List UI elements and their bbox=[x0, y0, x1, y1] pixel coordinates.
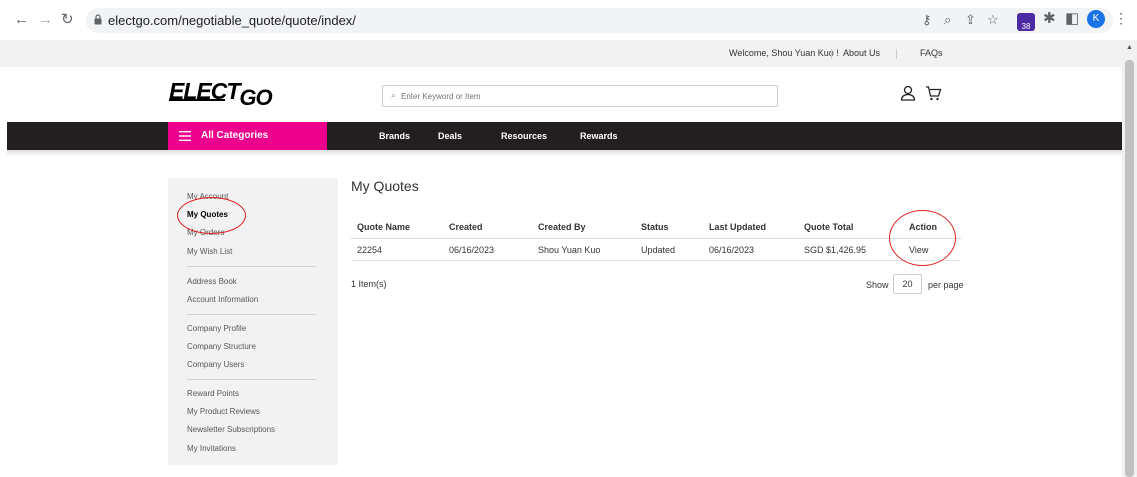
per-page-select[interactable]: 20 bbox=[893, 274, 922, 294]
nav-deals[interactable]: Deals bbox=[438, 131, 462, 141]
forward-arrow-icon[interactable]: → bbox=[38, 11, 53, 29]
cell-last-updated: 06/16/2023 bbox=[709, 245, 755, 255]
cell-created: 06/16/2023 bbox=[449, 245, 495, 255]
lock-icon bbox=[94, 14, 102, 25]
scroll-up-icon[interactable]: ▲ bbox=[1126, 44, 1133, 51]
key-icon[interactable]: ⚷ bbox=[922, 12, 932, 28]
divider bbox=[896, 49, 897, 59]
sidebar-item-my-wish-list[interactable]: My Wish List bbox=[187, 247, 232, 256]
top-utility-bar: Welcome, Shou Yuan Kuo ! About Us FAQs bbox=[0, 40, 1122, 67]
search-box[interactable]: ⌕ bbox=[382, 85, 778, 107]
profile-avatar[interactable]: K bbox=[1087, 10, 1105, 28]
all-categories-button[interactable]: All Categories bbox=[168, 122, 327, 150]
hamburger-menu-icon bbox=[179, 131, 191, 141]
column-header-quote-name: Quote Name bbox=[357, 222, 411, 232]
table-header-divider bbox=[351, 238, 961, 239]
column-header-created: Created bbox=[449, 222, 483, 232]
welcome-text: Welcome, Shou Yuan Kuo ! bbox=[729, 48, 839, 58]
cell-created-by: Shou Yuan Kuo bbox=[538, 245, 601, 255]
cart-icon[interactable] bbox=[925, 86, 942, 101]
cell-quote-name: 22254 bbox=[357, 245, 383, 255]
sidebar-item-company-profile[interactable]: Company Profile bbox=[187, 324, 246, 333]
reload-icon[interactable]: ↻ bbox=[61, 11, 74, 29]
all-categories-label: All Categories bbox=[201, 130, 269, 141]
column-header-quote-total: Quote Total bbox=[804, 222, 854, 232]
sidebar-item-account-information[interactable]: Account Information bbox=[187, 295, 258, 304]
about-us-link[interactable]: About Us bbox=[843, 48, 880, 58]
per-page-label: per page bbox=[928, 280, 964, 290]
nav-shadow bbox=[7, 150, 1122, 156]
puzzle-extensions-icon[interactable]: ✱ bbox=[1043, 10, 1056, 28]
main-navigation: All Categories Brands Deals Resources Re… bbox=[7, 122, 1122, 150]
account-user-icon[interactable] bbox=[900, 85, 916, 101]
annotation-circle-my-quotes bbox=[177, 197, 246, 234]
column-header-status: Status bbox=[641, 222, 669, 232]
sidebar-item-my-invitations[interactable]: My Invitations bbox=[187, 444, 236, 453]
sidebar-item-product-reviews[interactable]: My Product Reviews bbox=[187, 407, 260, 416]
sidebar-item-company-structure[interactable]: Company Structure bbox=[187, 342, 256, 351]
page-scrollbar[interactable]: ▲ bbox=[1122, 40, 1137, 477]
back-arrow-icon[interactable]: ← bbox=[14, 11, 29, 29]
nav-resources[interactable]: Resources bbox=[501, 131, 547, 141]
search-icon: ⌕ bbox=[391, 90, 397, 100]
sidebar-divider bbox=[187, 379, 316, 380]
address-bar[interactable]: electgo.com/negotiable_quote/quote/index… bbox=[86, 8, 1113, 33]
scroll-thumb[interactable] bbox=[1125, 60, 1134, 477]
nav-brands[interactable]: Brands bbox=[379, 131, 410, 141]
table-row-divider bbox=[351, 260, 961, 261]
extension-badge-count: 38 bbox=[1021, 22, 1031, 31]
browser-menu-icon[interactable]: ⋮ bbox=[1114, 10, 1128, 27]
cell-status: Updated bbox=[641, 245, 676, 255]
browser-toolbar: ← → ↻ electgo.com/negotiable_quote/quote… bbox=[0, 0, 1137, 40]
logo-accent-text: GO bbox=[239, 85, 272, 110]
column-header-created-by: Created By bbox=[538, 222, 586, 232]
side-panel-icon[interactable]: ◧ bbox=[1065, 10, 1079, 28]
show-label: Show bbox=[866, 280, 889, 290]
nav-rewards[interactable]: Rewards bbox=[580, 131, 618, 141]
faqs-link[interactable]: FAQs bbox=[920, 48, 943, 58]
logo-underline bbox=[169, 99, 225, 101]
search-input[interactable] bbox=[401, 87, 771, 105]
cell-quote-total: SGD $1,426.95 bbox=[804, 245, 867, 255]
sidebar-item-reward-points[interactable]: Reward Points bbox=[187, 389, 239, 398]
zoom-icon[interactable]: ⌕ bbox=[944, 12, 951, 28]
share-icon[interactable]: ⇪ bbox=[965, 12, 976, 28]
column-header-last-updated: Last Updated bbox=[709, 222, 767, 232]
sidebar-item-newsletter-subscriptions[interactable]: Newsletter Subscriptions bbox=[187, 425, 275, 434]
sidebar-item-address-book[interactable]: Address Book bbox=[187, 277, 237, 286]
annotation-circle-action bbox=[889, 210, 956, 266]
items-count: 1 Item(s) bbox=[351, 279, 387, 289]
url-text: electgo.com/negotiable_quote/quote/index… bbox=[108, 13, 356, 28]
sidebar-divider bbox=[187, 266, 316, 267]
page-title: My Quotes bbox=[351, 178, 419, 194]
sidebar-divider bbox=[187, 314, 316, 315]
divider bbox=[831, 49, 832, 59]
bookmark-star-icon[interactable]: ☆ bbox=[987, 12, 999, 28]
extension-icon[interactable]: 38 bbox=[1017, 13, 1035, 31]
sidebar-item-company-users[interactable]: Company Users bbox=[187, 360, 244, 369]
